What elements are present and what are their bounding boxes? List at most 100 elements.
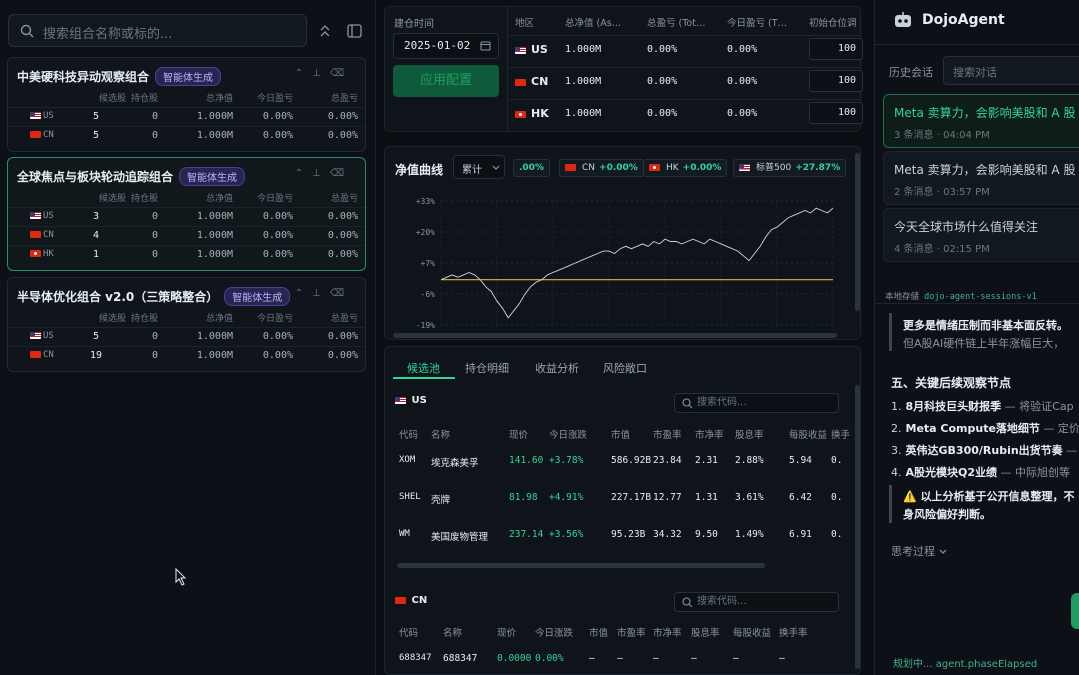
delete-icon[interactable]: ⌫ xyxy=(330,288,353,299)
table-header-cell: 换手 xyxy=(831,430,851,441)
portfolio-card[interactable]: 全球焦点与板块轮动追踪组合 智能体生成 ⌃⊥⌫ 候选股 持仓股 总净值 今日盈亏 总盈亏 US 3… xyxy=(7,157,366,271)
portfolio-title: 中美硬科技异动观察组合 智能体生成 xyxy=(17,67,222,86)
robot-icon xyxy=(895,12,911,27)
config-row-divider xyxy=(508,35,862,36)
item-detail: — 中际旭创等 xyxy=(997,466,1071,479)
us-code-search[interactable]: 搜索代码... xyxy=(674,393,839,413)
session-item[interactable]: Meta 卖算力，会影响美股和 A 股 3 条消息 · 04:04 PM xyxy=(883,94,1079,148)
session-item[interactable]: 今天全球市场什么值得关注 4 条消息 · 02:15 PM xyxy=(883,208,1079,262)
warning-bar xyxy=(889,485,892,523)
table-cell: 0. xyxy=(831,455,843,466)
apply-config-button[interactable]: 应用配置 xyxy=(393,65,499,97)
table-header-cell: 名称 xyxy=(443,628,463,639)
delete-icon[interactable]: ⌫ xyxy=(330,168,353,179)
initial-position-value: 100 xyxy=(837,75,856,86)
portfolio-region-row[interactable]: US 5 0 1.000M 0.00% 0.00% xyxy=(8,327,365,346)
legend-pill[interactable]: .00% xyxy=(513,159,550,177)
table-cell: — xyxy=(733,653,739,664)
table-cell[interactable]: SHEL xyxy=(399,492,421,502)
table-cell: 6.42 xyxy=(789,492,812,503)
tab-0[interactable]: 候选池 xyxy=(407,360,440,376)
chart-mode-select[interactable]: 累计 xyxy=(453,155,505,179)
config-today-cell: 0.00% xyxy=(727,108,758,119)
total-cell: 0.00% xyxy=(327,211,358,222)
portfolio-region-row[interactable]: CN 19 0 1.000M 0.00% 0.00% xyxy=(8,346,365,365)
pin-icon[interactable]: ⊥ xyxy=(312,68,330,79)
collapse-all-icon[interactable] xyxy=(319,24,331,38)
today-cell: 0.00% xyxy=(262,331,293,342)
table-header-cell: 股息率 xyxy=(735,430,764,441)
total-cell: 0.00% xyxy=(327,130,358,141)
table-cell[interactable]: 美国废物管理 xyxy=(431,529,488,543)
chevron-up-icon[interactable]: ⌃ xyxy=(295,68,312,79)
pin-icon[interactable]: ⊥ xyxy=(312,288,330,299)
legend-pill[interactable]: HK +0.00% xyxy=(643,159,728,177)
mouse-cursor-icon xyxy=(175,568,187,586)
portfolio-region-row[interactable]: HK 1 0 1.000M 0.00% 0.00% xyxy=(8,245,365,264)
config-region-cell: CN xyxy=(515,75,548,88)
table-cell[interactable]: 壳牌 xyxy=(431,492,450,506)
table-cell: 0. xyxy=(831,492,843,503)
header-total: 总盈亏 xyxy=(330,314,358,324)
initial-position-input[interactable]: 100 xyxy=(809,70,863,92)
session-search-input[interactable]: 搜索对话 xyxy=(943,56,1079,85)
table-cell: 1.49% xyxy=(735,529,764,540)
legend-pill[interactable]: 标普500 +27.87% xyxy=(733,159,847,177)
build-date-input[interactable]: 2025-01-02 xyxy=(393,33,499,59)
portfolio-search-box[interactable]: 搜索组合名称或标的... xyxy=(8,14,307,47)
table-header-cell: 换手率 xyxy=(779,628,808,639)
session-item[interactable]: Meta 卖算力，会影响美股和 A 股 2 条消息 · 03:57 PM xyxy=(883,151,1079,205)
candidate-cell: 5 xyxy=(92,331,100,342)
agent-panel: DojoAgent 历史会话 搜索对话 Meta 卖算力，会影响美股和 A 股 3… xyxy=(874,0,1079,675)
header-total: 总盈亏 xyxy=(330,194,358,204)
chevron-up-icon[interactable]: ⌃ xyxy=(295,168,312,179)
thinking-toggle[interactable]: 思考过程 xyxy=(891,543,947,559)
delete-icon[interactable]: ⌫ xyxy=(330,68,353,79)
nav-cell: 1.000M xyxy=(196,230,233,241)
calendar-icon[interactable] xyxy=(480,40,491,51)
portfolio-controls: ⌃⊥⌫ xyxy=(295,168,353,179)
cn-code-search[interactable]: 搜索代码... xyxy=(674,592,839,612)
table-cell[interactable]: 688347 xyxy=(399,653,432,663)
header-nav: 总净值 xyxy=(205,94,233,104)
send-button[interactable] xyxy=(1071,593,1079,629)
legend-pill-label: HK xyxy=(666,163,679,173)
today-cell: 0.00% xyxy=(262,249,293,260)
candidate-cell: 4 xyxy=(92,230,100,241)
item-detail: — 定价 xyxy=(1039,422,1079,435)
pin-icon[interactable]: ⊥ xyxy=(312,168,330,179)
portfolio-controls: ⌃⊥⌫ xyxy=(295,68,353,79)
table-header-cell: 代码 xyxy=(399,628,419,639)
toggle-sidebar-icon[interactable] xyxy=(347,24,362,38)
tab-3[interactable]: 风险敞口 xyxy=(603,360,647,376)
table-header-cell: 今日涨跌 xyxy=(535,628,574,639)
portfolio-title: 全球焦点与板块轮动追踪组合 智能体生成 xyxy=(17,167,246,186)
us-table-scrollbar[interactable] xyxy=(397,563,765,568)
portfolio-card[interactable]: 半导体优化组合 v2.0（三策略整合） 智能体生成 ⌃⊥⌫ 候选股 持仓股 总净值 今日盈亏… xyxy=(7,277,366,372)
chart-horizontal-scrollbar[interactable] xyxy=(393,333,837,338)
table-cell[interactable]: 埃克森美孚 xyxy=(431,455,479,469)
detail-vertical-scrollbar[interactable] xyxy=(855,385,860,669)
region-code: US xyxy=(43,211,54,221)
y-tick-label: +33% xyxy=(416,197,435,206)
table-cell[interactable]: 688347 xyxy=(443,653,477,664)
table-cell[interactable]: WM xyxy=(399,529,410,539)
tab-1[interactable]: 持仓明细 xyxy=(465,360,509,376)
portfolio-table-header: 候选股 持仓股 总净值 今日盈亏 总盈亏 xyxy=(8,188,365,207)
portfolio-region-row[interactable]: US 5 0 1.000M 0.00% 0.00% xyxy=(8,107,365,126)
initial-position-input[interactable]: 100 xyxy=(809,38,863,60)
portfolio-region-row[interactable]: CN 4 0 1.000M 0.00% 0.00% xyxy=(8,226,365,245)
table-header-cell: 今日涨跌 xyxy=(549,430,588,441)
holding-cell: 0 xyxy=(151,350,158,361)
chart-vertical-scrollbar[interactable] xyxy=(855,153,860,311)
candidate-cell: 5 xyxy=(92,130,100,141)
config-nav-cell: 1.000M xyxy=(565,76,602,87)
portfolio-region-row[interactable]: CN 5 0 1.000M 0.00% 0.00% xyxy=(8,126,365,145)
table-cell[interactable]: XOM xyxy=(399,455,415,465)
portfolio-card[interactable]: 中美硬科技异动观察组合 智能体生成 ⌃⊥⌫ 候选股 持仓股 总净值 今日盈亏 总盈亏 US 5 0 1… xyxy=(7,57,366,152)
tab-2[interactable]: 收益分析 xyxy=(535,360,579,376)
legend-pill[interactable]: CN +0.00% xyxy=(559,159,644,177)
initial-position-input[interactable]: 100 xyxy=(809,102,863,124)
portfolio-region-row[interactable]: US 3 0 1.000M 0.00% 0.00% xyxy=(8,207,365,226)
chevron-up-icon[interactable]: ⌃ xyxy=(295,288,312,299)
